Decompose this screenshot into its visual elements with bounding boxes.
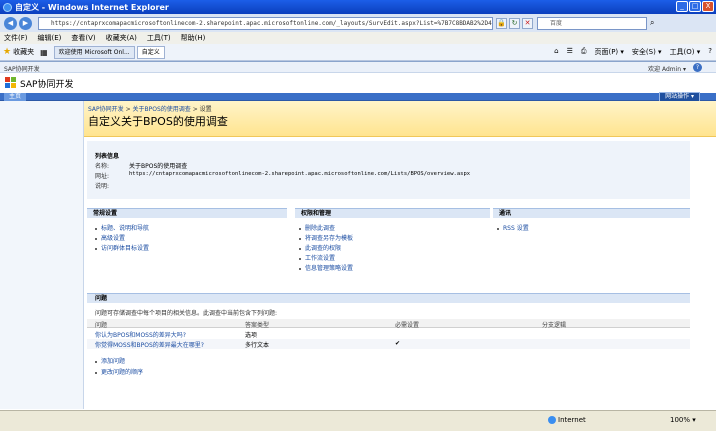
safety-menu[interactable]: 安全(S) ▾ [632,47,662,57]
rss-icon[interactable]: ☰ [567,47,573,57]
globe-icon [548,416,556,424]
close-button[interactable]: X [702,1,714,12]
forward-button[interactable]: ▶ [19,16,32,30]
security-zone: Internet [548,416,586,424]
info-row-desc: 说明: [95,183,110,190]
maximize-button[interactable]: □ [689,1,701,12]
tab-welcome[interactable]: 欢迎使用 Microsoft Onl... [53,45,135,59]
print-icon[interactable]: ⎙ [581,47,587,57]
site-logo-icon [5,77,17,89]
sp-global-bar: SAP协同开发 欢迎 Admin ▾ ? [0,62,716,73]
breadcrumb-site[interactable]: SAP协同开发 [88,106,124,113]
stop-icon[interactable]: ✕ [522,17,533,29]
minimize-button[interactable]: _ [676,1,688,12]
home-icon[interactable]: ⌂ [554,47,558,57]
zoom-level[interactable]: 100% ▾ [670,416,696,424]
page-title: 自定义关于BPOS的使用调查 [88,115,228,128]
favorites-bar: ★ 收藏夹 ▦ 欢迎使用 Microsoft Onl... 自定义 ⌂ ☰ ⎙ … [0,44,716,61]
search-icon[interactable]: ⌕ [650,18,654,28]
questions-header: 问题 [87,293,690,303]
star-icon[interactable]: ★ [3,47,11,57]
breadcrumb-survey[interactable]: 关于BPOS的使用调查 [133,106,191,113]
general-settings-header: 常规设置 [87,208,287,218]
breadcrumb: SAP协同开发 > 关于BPOS的使用调查 > 设置 [88,106,212,113]
menu-help[interactable]: 帮助(H) [181,33,206,43]
left-nav [0,101,84,409]
link-rss-settings[interactable]: RSS 设置 [497,223,529,232]
tab-home[interactable]: 主页 [4,93,27,101]
window-title: 自定义 - Windows Internet Explorer [15,2,169,12]
questions-table-header: 问题 答案类型 必需设置 分支逻辑 [87,319,690,329]
menu-tools[interactable]: 工具(T) [147,33,171,43]
url-input[interactable]: https://cntaprxcomapacmicrosoftonlinecom… [38,16,493,30]
menu-file[interactable]: 文件(F) [4,33,28,43]
question-link[interactable]: 你认为BPOS和MOSS的差异大吗? [95,330,186,339]
menu-view[interactable]: 查看(V) [71,33,95,43]
refresh-icon[interactable]: ↻ [509,17,520,29]
menu-bar: 文件(F) 编辑(E) 查看(V) 收藏夹(A) 工具(T) 帮助(H) [0,32,716,44]
title-area: SAP协同开发 > 关于BPOS的使用调查 > 设置 自定义关于BPOS的使用调… [84,101,716,137]
link-delete-survey[interactable]: 删除此调查 [299,223,335,232]
tab-customize[interactable]: 自定义 [136,45,165,59]
page-content: SAP协同开发 欢迎 Admin ▾ ? SAP协同开发 主页 网站操作 ▾ S… [0,61,716,409]
questions-description: 问题可存储调查中每个项目的相关信息。此调查中当前包含下列问题: [95,310,278,317]
table-row: 你认为BPOS和MOSS的差异大吗? 选项 [95,330,258,339]
link-save-template[interactable]: 将调查另存为模板 [299,233,353,242]
help-icon[interactable]: ? [693,63,702,72]
required-check-icon: ✔ [395,340,401,347]
breadcrumb-settings: 设置 [199,106,212,113]
link-workflow-settings[interactable]: 工作流设置 [299,253,335,262]
info-row-url: 网址: https://cntaprxcomapacmicrosoftonlin… [95,171,471,180]
help-icon[interactable]: ? [708,47,712,57]
page-menu[interactable]: 页面(P) ▾ [594,47,623,57]
favorites-button[interactable]: 收藏夹 [13,47,34,57]
site-title[interactable]: SAP协同开发 [20,77,73,90]
link-title-description[interactable]: 标题、说明和导航 [95,223,149,232]
address-bar: ◀ ▶ https://cntaprxcomapacmicrosoftonlin… [0,14,716,32]
sp-header: SAP协同开发 [0,73,716,93]
grid-icon[interactable]: ▦ [40,48,48,57]
tools-menu[interactable]: 工具(O) ▾ [670,47,701,57]
link-policy-settings[interactable]: 信息管理策略设置 [299,263,353,272]
list-info-header: 列表信息 [95,153,120,160]
link-advanced-settings[interactable]: 高级设置 [95,233,125,242]
link-reorder-questions[interactable]: 更改问题的顺序 [95,367,143,376]
menu-edit[interactable]: 编辑(E) [38,33,62,43]
back-button[interactable]: ◀ [4,16,17,30]
table-row: 你觉得MOSS和BPOS的差异最大在哪里? 多行文本 ✔ [87,339,690,349]
communications-header: 通讯 [493,208,690,218]
info-row-name: 名称: 关于BPOS的使用调查 [95,163,188,170]
status-bar: Internet 100% ▾ [0,410,716,431]
list-info-panel: 列表信息 名称: 关于BPOS的使用调查 网址: https://cntaprx… [87,141,690,199]
window-titlebar: 自定义 - Windows Internet Explorer _ □ X [0,0,716,14]
question-link[interactable]: 你觉得MOSS和BPOS的差异最大在哪里? [95,340,204,349]
link-add-question[interactable]: 添加问题 [95,356,125,365]
menu-favorites[interactable]: 收藏夹(A) [106,33,137,43]
lock-icon[interactable]: 🔒 [496,17,507,29]
permissions-header: 权限和管理 [295,208,490,218]
top-nav: 主页 网站操作 ▾ [0,92,716,102]
main-content: 列表信息 名称: 关于BPOS的使用调查 网址: https://cntaprx… [84,137,716,409]
welcome-menu[interactable]: 欢迎 Admin ▾ [648,64,686,73]
global-site-link[interactable]: SAP协同开发 [4,64,40,73]
link-audience-settings[interactable]: 访问群体目标设置 [95,243,149,252]
link-permissions[interactable]: 此调查的权限 [299,243,341,252]
ie-logo-icon [3,2,12,12]
search-input[interactable]: 百度 [537,16,647,30]
